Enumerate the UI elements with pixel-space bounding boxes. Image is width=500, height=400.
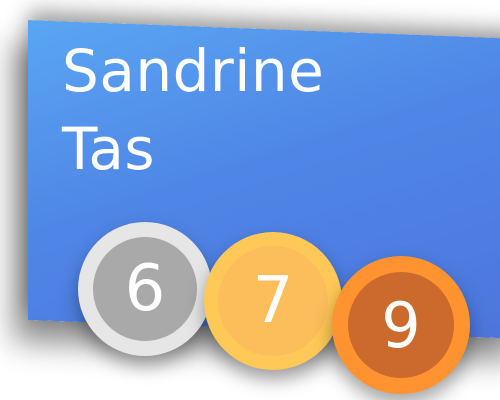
bronze-medal-count: 9 [381, 288, 421, 362]
silver-medal-icon: 6 [78, 222, 212, 356]
silver-medal-count: 6 [124, 252, 166, 326]
bronze-medal-icon: 9 [332, 256, 470, 394]
gold-medal-icon: 7 [204, 232, 342, 370]
gold-medal-count: 7 [252, 264, 294, 338]
first-name: Sandrine [62, 37, 325, 105]
stage: Sandrine Tas 6 7 9 [0, 0, 500, 400]
profile-name: Sandrine Tas [62, 32, 324, 188]
last-name: Tas [62, 115, 156, 183]
